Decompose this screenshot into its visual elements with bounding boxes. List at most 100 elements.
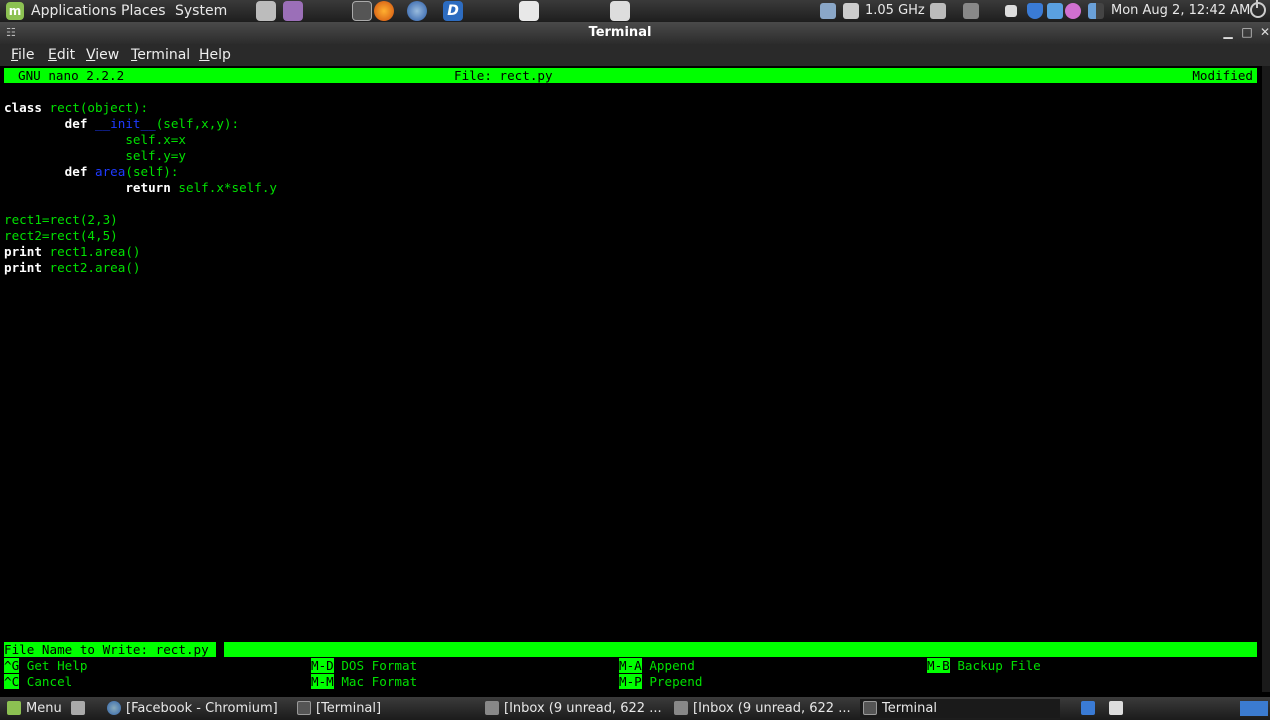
text-cursor — [216, 642, 225, 657]
task-terminal-1[interactable]: [Terminal] — [294, 699, 474, 718]
terminal-scrollbar[interactable] — [1262, 66, 1270, 692]
code-token: self.y=y — [4, 148, 186, 163]
code-line: def __init__(self,x,y): — [4, 116, 239, 132]
task-label: [Terminal] — [316, 701, 382, 716]
screenshot-icon[interactable] — [610, 1, 630, 21]
terminal-icon — [863, 701, 877, 715]
battery-icon[interactable] — [843, 3, 859, 19]
shortcut-label: Get Help — [26, 658, 88, 673]
shortcut-label: Append — [649, 658, 695, 673]
network-icon[interactable] — [820, 3, 836, 19]
nano-modified-status: Modified — [1192, 68, 1253, 83]
terminal-icon[interactable] — [352, 1, 372, 21]
write-prompt-label: File Name to Write: rect.py — [4, 642, 209, 657]
code-line: def area(self): — [4, 164, 179, 180]
workspace-icon — [1081, 701, 1095, 715]
code-line: print rect1.area() — [4, 244, 141, 260]
task-label: [Facebook - Chromium] — [126, 701, 278, 716]
deluge-icon[interactable]: D — [443, 1, 463, 21]
task-label: Terminal — [882, 701, 937, 716]
signal-icon[interactable] — [1088, 3, 1104, 19]
code-line: print rect2.area() — [4, 260, 141, 276]
task-chromium[interactable]: [Facebook - Chromium] — [104, 699, 284, 718]
volume-icon[interactable] — [963, 3, 979, 19]
home-folder-icon[interactable] — [256, 1, 276, 21]
shortcut-label: Backup File — [957, 658, 1041, 673]
maximize-icon[interactable]: □ — [1240, 25, 1254, 39]
terminal-screen[interactable]: GNU nano 2.2.2 File: rect.py Modified cl… — [0, 66, 1262, 692]
menu-view[interactable]: View — [86, 47, 119, 63]
user-icon[interactable] — [930, 3, 946, 19]
bottom-panel: Menu [Facebook - Chromium] [Terminal] [I… — [0, 697, 1270, 720]
settings-icon[interactable] — [1065, 3, 1081, 19]
minimize-icon[interactable]: ▁ — [1221, 25, 1235, 39]
task-terminal-active[interactable]: Terminal — [860, 699, 1060, 718]
window-title: Terminal — [588, 25, 652, 40]
workspace-1[interactable] — [1078, 699, 1098, 718]
code-token: self.x=x — [4, 132, 186, 147]
menu-help[interactable]: Help — [199, 47, 231, 63]
terminal-menubar: File Edit View Terminal Help — [0, 44, 1270, 66]
code-line: rect2=rect(4,5) — [4, 228, 118, 244]
terminal-icon — [297, 701, 311, 715]
shortcut-key: M-P — [619, 674, 642, 689]
code-line: self.x=x — [4, 132, 186, 148]
shortcut-label: DOS Format — [341, 658, 418, 673]
code-token: rect1=rect(2,3) — [4, 212, 118, 227]
text-editor-icon[interactable] — [519, 1, 539, 21]
code-line: rect1=rect(2,3) — [4, 212, 118, 228]
menu-edit[interactable]: Edit — [48, 47, 75, 63]
shortcut-key: M-D — [311, 658, 334, 673]
mail-icon — [674, 701, 688, 715]
ghost-icon[interactable] — [283, 1, 303, 21]
top-panel: m Applications Places System D 1.05 GHz … — [0, 0, 1270, 22]
system-menu[interactable]: System — [175, 2, 227, 20]
code-token: print — [4, 260, 42, 275]
task-label: [Inbox (9 unread, 622 ... — [693, 701, 851, 716]
applications-menu[interactable]: Applications — [31, 2, 117, 20]
code-token: def — [64, 116, 88, 131]
places-menu[interactable]: Places — [121, 2, 166, 20]
shortcut-key: ^G — [4, 658, 20, 673]
menu-button-label: Menu — [26, 701, 62, 716]
workspace-2[interactable] — [1106, 699, 1126, 718]
code-token: return — [125, 180, 171, 195]
shortcut-key: ^C — [4, 674, 20, 689]
menu-terminal[interactable]: Terminal — [131, 47, 190, 63]
task-inbox-2[interactable]: [Inbox (9 unread, 622 ... — [671, 699, 851, 718]
stop-icon[interactable] — [1005, 5, 1017, 17]
cpu-frequency[interactable]: 1.05 GHz — [865, 3, 925, 19]
menu-file[interactable]: File — [11, 47, 34, 63]
code-line: class rect(object): — [4, 100, 148, 116]
workspace-icon — [1109, 701, 1123, 715]
window-titlebar[interactable]: ☷ Terminal ▁ □ ✕ — [0, 22, 1270, 44]
shortcut-key: M-M — [311, 674, 334, 689]
workspace-switcher[interactable] — [1240, 701, 1268, 716]
task-inbox-1[interactable]: [Inbox (9 unread, 622 ... — [482, 699, 662, 718]
thunderbird-icon[interactable] — [407, 1, 427, 21]
code-token: rect2=rect(4,5) — [4, 228, 118, 243]
bluetooth-icon[interactable] — [1047, 3, 1063, 19]
code-token: (self): — [125, 164, 179, 179]
code-token: def — [64, 164, 88, 179]
shortcut-label: Mac Format — [341, 674, 418, 689]
shortcut-append: M-A Append — [619, 658, 695, 674]
show-desktop-icon — [71, 701, 85, 715]
power-icon[interactable] — [1250, 0, 1266, 18]
task-label: [Inbox (9 unread, 622 ... — [504, 701, 662, 716]
write-prompt[interactable]: File Name to Write: rect.py — [4, 642, 1257, 657]
shield-icon[interactable] — [1027, 3, 1043, 19]
show-desktop-button[interactable] — [68, 699, 88, 718]
close-icon[interactable]: ✕ — [1258, 25, 1270, 39]
mail-icon — [485, 701, 499, 715]
shortcut-key: M-A — [619, 658, 642, 673]
code-token: class — [4, 100, 42, 115]
code-token: print — [4, 244, 42, 259]
mint-logo-icon[interactable]: m — [6, 2, 24, 20]
firefox-icon[interactable] — [374, 1, 394, 21]
clock[interactable]: Mon Aug 2, 12:42 AM — [1111, 3, 1250, 19]
code-line: self.y=y — [4, 148, 186, 164]
shortcut-cancel: ^C Cancel — [4, 674, 72, 690]
